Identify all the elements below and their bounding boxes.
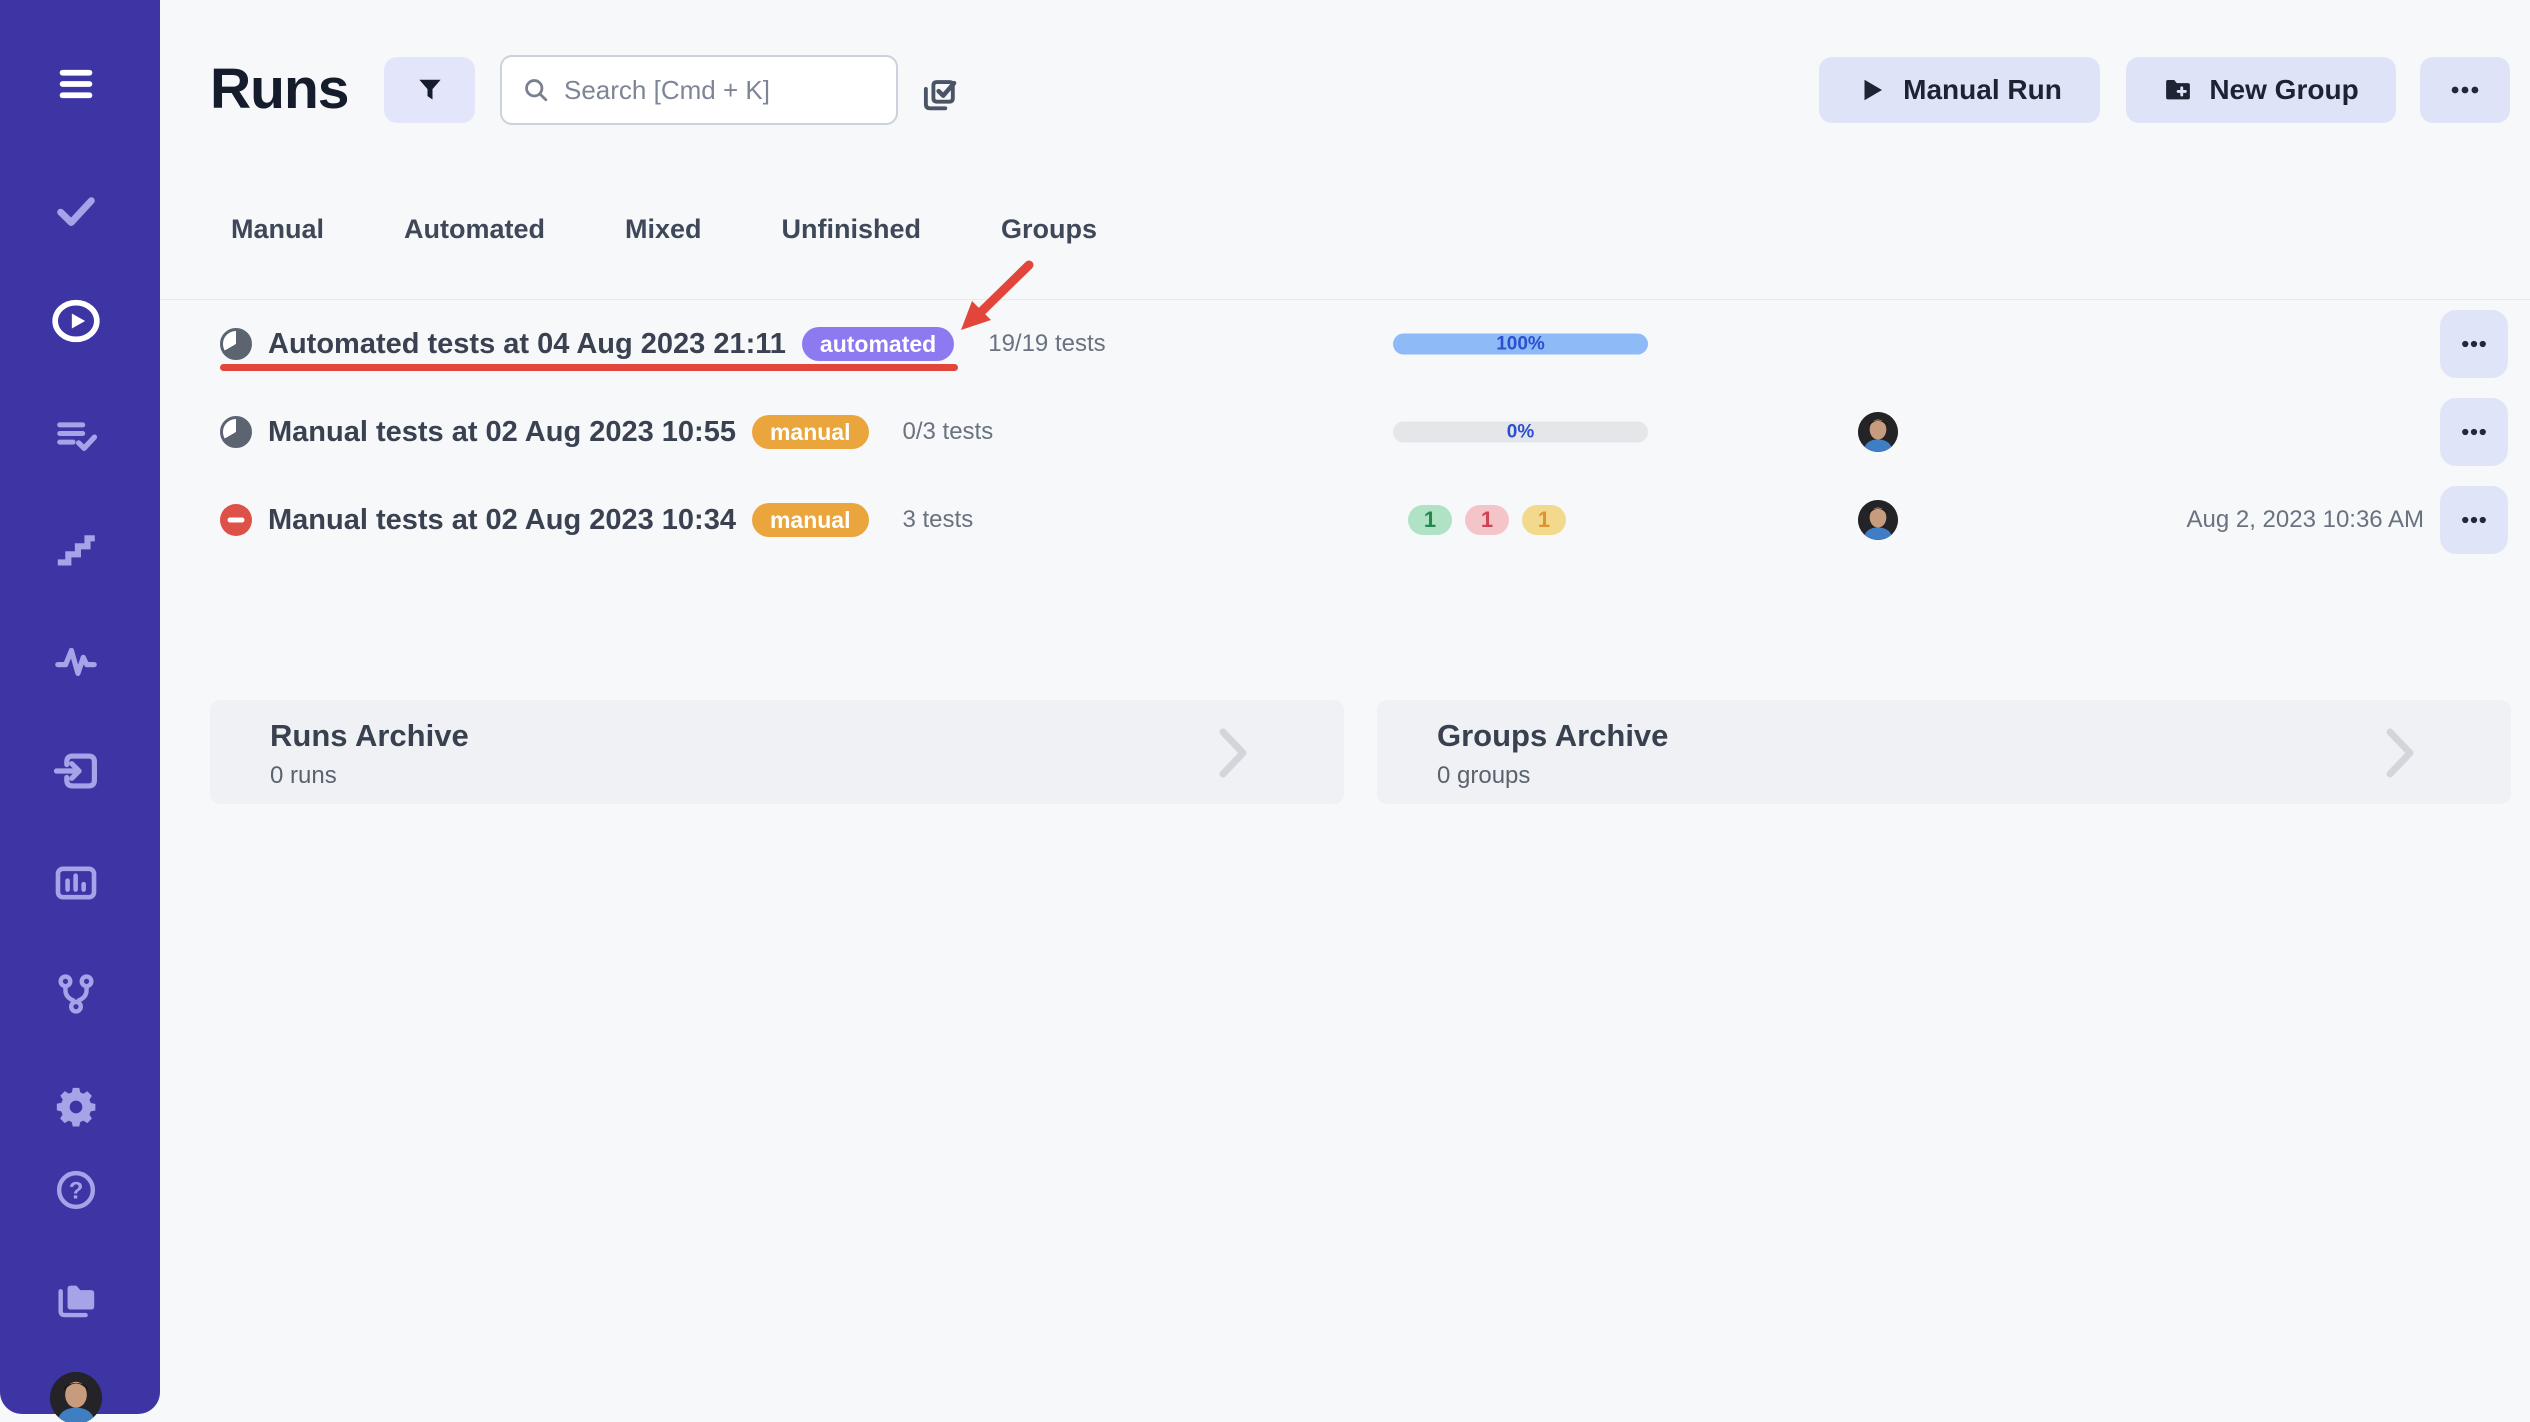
bulk-select-icon — [918, 74, 960, 116]
import-enter-icon[interactable] — [52, 747, 100, 795]
archive-title: Groups Archive — [1437, 718, 2511, 754]
list-check-icon[interactable] — [52, 412, 100, 460]
sidebar: ? — [0, 0, 160, 1414]
failed-count-chip: 1 — [1465, 505, 1509, 535]
run-type-badge: manual — [752, 415, 869, 449]
filter-button[interactable] — [384, 57, 475, 123]
ellipsis-icon — [2459, 329, 2489, 359]
manual-run-label: Manual Run — [1903, 74, 2062, 106]
skipped-count-chip: 1 — [1522, 505, 1566, 535]
archive-subtitle: 0 groups — [1437, 762, 2511, 790]
run-status-stopped-icon — [220, 504, 252, 536]
ellipsis-icon — [2459, 505, 2489, 535]
run-progress-bar: 100% — [1393, 334, 1648, 355]
run-more-button[interactable] — [2440, 310, 2508, 378]
manual-run-button[interactable]: Manual Run — [1819, 57, 2100, 123]
groups-archive-card[interactable]: Groups Archive 0 groups — [1377, 700, 2511, 804]
runs-archive-card[interactable]: Runs Archive 0 runs — [210, 700, 1344, 804]
archive-title: Runs Archive — [270, 718, 1344, 754]
tab-manual[interactable]: Manual — [231, 214, 324, 253]
tab-unfinished[interactable]: Unfinished — [782, 214, 922, 253]
bulk-select-edit-button[interactable] — [916, 73, 962, 119]
check-tasks-icon[interactable] — [52, 187, 100, 235]
ellipsis-icon — [2459, 417, 2489, 447]
search-box[interactable] — [500, 55, 898, 125]
play-circle-runs-icon[interactable] — [49, 297, 103, 345]
run-type-badge: manual — [752, 503, 869, 537]
run-more-button[interactable] — [2440, 486, 2508, 554]
result-count-chips: 1 1 1 — [1408, 505, 1566, 535]
chevron-right-icon — [2384, 728, 2416, 778]
folders-icon[interactable] — [52, 1275, 100, 1323]
header-more-button[interactable] — [2420, 57, 2510, 123]
run-row-1[interactable]: Automated tests at 04 Aug 2023 21:11 aut… — [160, 300, 2530, 388]
settings-gear-icon[interactable] — [52, 1083, 100, 1131]
passed-count-chip: 1 — [1408, 505, 1452, 535]
folder-plus-icon — [2163, 75, 2193, 105]
activity-pulse-icon[interactable] — [52, 636, 100, 684]
ellipsis-icon — [2448, 73, 2482, 107]
run-title[interactable]: Automated tests at 04 Aug 2023 21:11 — [268, 328, 786, 361]
runs-page: ? Runs Manual Run — [0, 0, 2530, 1422]
run-title[interactable]: Manual tests at 02 Aug 2023 10:34 — [268, 504, 736, 537]
filter-funnel-icon — [415, 75, 445, 105]
stairs-milestones-icon[interactable] — [52, 525, 100, 573]
assignee-avatar[interactable] — [1858, 412, 1898, 452]
bar-chart-icon[interactable] — [52, 859, 100, 907]
archive-subtitle: 0 runs — [270, 762, 1344, 790]
run-progress-label: 100% — [1393, 334, 1648, 355]
search-input[interactable] — [564, 75, 876, 106]
run-tests-count: 0/3 tests — [903, 418, 994, 446]
run-finish-date: Aug 2, 2023 10:36 AM — [2186, 506, 2424, 534]
search-icon — [522, 76, 550, 104]
run-filter-tabs: Manual Automated Mixed Unfinished Groups — [231, 214, 1097, 253]
page-title: Runs — [210, 56, 349, 122]
help-icon[interactable]: ? — [54, 1166, 98, 1214]
run-more-button[interactable] — [2440, 398, 2508, 466]
svg-text:?: ? — [69, 1177, 84, 1204]
user-avatar[interactable] — [50, 1372, 102, 1422]
chevron-right-icon — [1217, 728, 1249, 778]
run-title[interactable]: Manual tests at 02 Aug 2023 10:55 — [268, 416, 736, 449]
tab-mixed[interactable]: Mixed — [625, 214, 702, 253]
run-type-badge: automated — [802, 327, 954, 361]
run-status-progress-icon — [220, 416, 252, 448]
play-icon — [1857, 75, 1887, 105]
run-status-progress-icon — [220, 328, 252, 360]
run-row-3[interactable]: Manual tests at 02 Aug 2023 10:34 manual… — [160, 476, 2530, 564]
assignee-avatar[interactable] — [1858, 500, 1898, 540]
run-row-2[interactable]: Manual tests at 02 Aug 2023 10:55 manual… — [160, 388, 2530, 476]
tab-automated[interactable]: Automated — [404, 214, 545, 253]
new-group-label: New Group — [2209, 74, 2358, 106]
menu-icon[interactable] — [52, 60, 100, 108]
git-branch-icon[interactable] — [52, 970, 100, 1018]
run-progress-label: 0% — [1393, 422, 1648, 443]
run-tests-count: 19/19 tests — [988, 330, 1105, 358]
new-group-button[interactable]: New Group — [2126, 57, 2396, 123]
tab-groups[interactable]: Groups — [1001, 214, 1097, 253]
run-tests-count: 3 tests — [903, 506, 974, 534]
run-progress-bar: 0% — [1393, 422, 1648, 443]
